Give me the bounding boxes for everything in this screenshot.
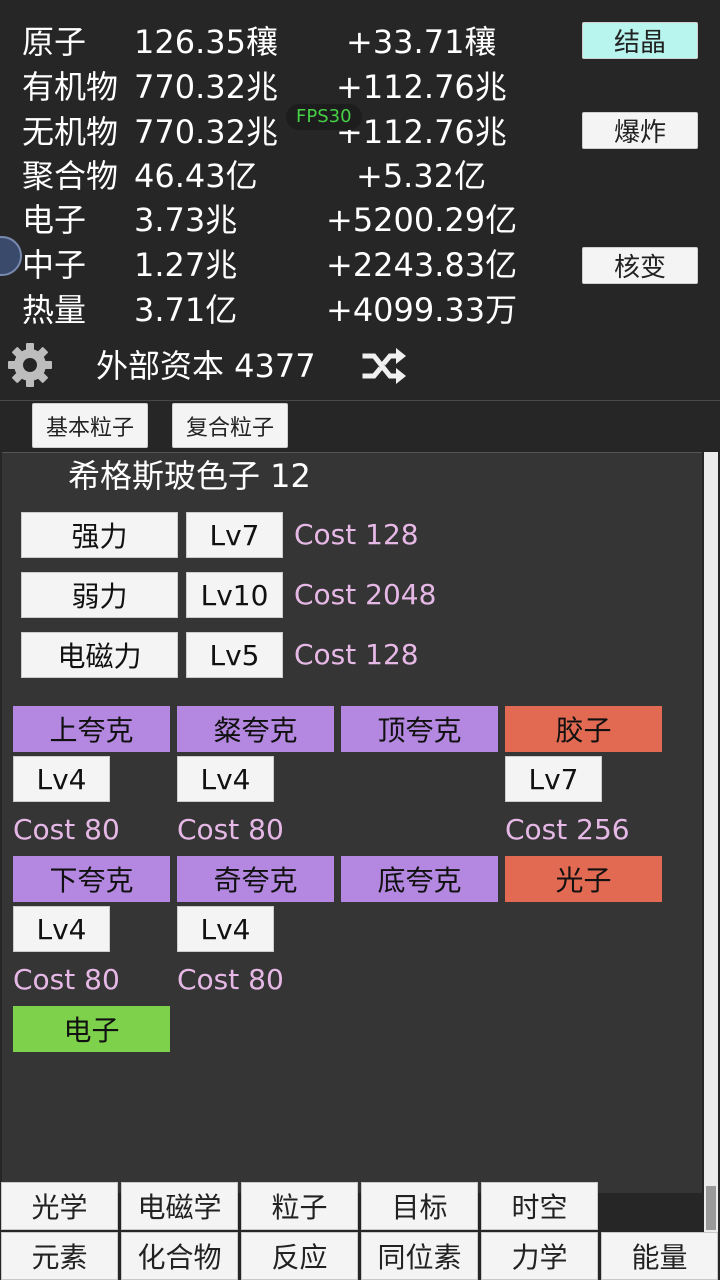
tab-particles[interactable]: 粒子	[241, 1182, 358, 1230]
particle-up-quark[interactable]: 上夸克	[13, 706, 170, 752]
transmute-button[interactable]: 核变	[582, 247, 698, 284]
particle-photon[interactable]: 光子	[505, 856, 662, 902]
force-weak-cost: Cost 2048	[294, 578, 437, 611]
tab-spacetime[interactable]: 时空	[481, 1182, 598, 1230]
force-weak-button[interactable]: 弱力	[21, 572, 178, 618]
shuffle-icon[interactable]	[362, 346, 408, 386]
tab-elements[interactable]: 元素	[1, 1232, 118, 1280]
scrollbar[interactable]	[704, 452, 718, 1232]
gear-icon[interactable]	[6, 341, 54, 389]
external-capital: 外部资本 4377	[96, 347, 316, 385]
particle-gluon[interactable]: 胶子	[505, 706, 662, 752]
resource-row-heat: 热量 3.71亿 +4099.33万	[0, 288, 720, 332]
resource-rate: +2243.83亿	[326, 246, 518, 284]
force-strong-level-button[interactable]: Lv7	[186, 512, 283, 558]
resource-row-polymer: 聚合物 46.43亿 +5.32亿	[0, 154, 720, 198]
force-weak-level-button[interactable]: Lv10	[186, 572, 283, 618]
tab-compounds[interactable]: 化合物	[121, 1232, 238, 1280]
gluon-level-button[interactable]: Lv7	[505, 756, 602, 802]
resource-name: 中子	[22, 246, 87, 284]
resource-name: 有机物	[22, 68, 119, 106]
force-em-cost: Cost 128	[294, 638, 419, 671]
gluon-cost: Cost 256	[505, 813, 630, 846]
resource-name: 热量	[22, 291, 87, 329]
strange-quark-level-button[interactable]: Lv4	[177, 906, 274, 952]
tab-isotopes[interactable]: 同位素	[361, 1232, 478, 1280]
resource-row-electron: 电子 3.73兆 +5200.29亿	[0, 198, 720, 242]
fps-indicator: FPS30	[286, 104, 362, 130]
resource-value: 770.32兆	[134, 68, 278, 106]
tab-basic-particles[interactable]: 基本粒子	[32, 403, 148, 448]
particle-electron[interactable]: 电子	[13, 1006, 170, 1052]
tab-optics[interactable]: 光学	[1, 1182, 118, 1230]
resource-rate: +4099.33万	[326, 291, 518, 329]
resource-rate: +33.71穰	[346, 23, 497, 61]
resource-name: 无机物	[22, 113, 119, 151]
resource-rate: +5.32亿	[356, 157, 487, 195]
charm-quark-level-button[interactable]: Lv4	[177, 756, 274, 802]
higgs-boson-count: 希格斯玻色子 12	[68, 457, 311, 495]
tab-energy[interactable]: 能量	[601, 1232, 718, 1280]
resource-value: 126.35穰	[134, 23, 278, 61]
crystal-button[interactable]: 结晶	[582, 22, 698, 59]
tab-mechanics[interactable]: 力学	[481, 1232, 598, 1280]
resource-rate: +112.76兆	[336, 68, 507, 106]
particle-down-quark[interactable]: 下夸克	[13, 856, 170, 902]
tab-electromagnetism[interactable]: 电磁学	[121, 1182, 238, 1230]
force-strong-cost: Cost 128	[294, 518, 419, 551]
resource-rate: +5200.29亿	[326, 201, 518, 239]
tab-goals[interactable]: 目标	[361, 1182, 478, 1230]
charm-quark-cost: Cost 80	[177, 813, 284, 846]
resource-name: 原子	[22, 23, 87, 61]
particle-bottom-quark[interactable]: 底夸克	[341, 856, 498, 902]
force-em-button[interactable]: 电磁力	[21, 632, 178, 678]
resource-value: 46.43亿	[134, 157, 258, 195]
resource-name: 电子	[22, 201, 87, 239]
up-quark-cost: Cost 80	[13, 813, 120, 846]
divider	[0, 400, 720, 401]
resource-value: 770.32兆	[134, 113, 278, 151]
strange-quark-cost: Cost 80	[177, 963, 284, 996]
scrollbar-thumb[interactable]	[706, 1186, 716, 1230]
particle-charm-quark[interactable]: 粲夸克	[177, 706, 334, 752]
particle-top-quark[interactable]: 顶夸克	[341, 706, 498, 752]
resource-value: 3.73兆	[134, 201, 238, 239]
force-strong-button[interactable]: 强力	[21, 512, 178, 558]
down-quark-level-button[interactable]: Lv4	[13, 906, 110, 952]
resource-value: 1.27兆	[134, 246, 238, 284]
up-quark-level-button[interactable]: Lv4	[13, 756, 110, 802]
resource-value: 3.71亿	[134, 291, 238, 329]
explode-button[interactable]: 爆炸	[582, 112, 698, 149]
resource-rate: +112.76兆	[336, 113, 507, 151]
down-quark-cost: Cost 80	[13, 963, 120, 996]
resource-row-organic: 有机物 770.32兆 +112.76兆	[0, 65, 720, 109]
resource-name: 聚合物	[22, 157, 119, 195]
tab-reactions[interactable]: 反应	[241, 1232, 358, 1280]
tab-composite-particles[interactable]: 复合粒子	[172, 403, 288, 448]
particle-strange-quark[interactable]: 奇夸克	[177, 856, 334, 902]
force-em-level-button[interactable]: Lv5	[186, 632, 283, 678]
